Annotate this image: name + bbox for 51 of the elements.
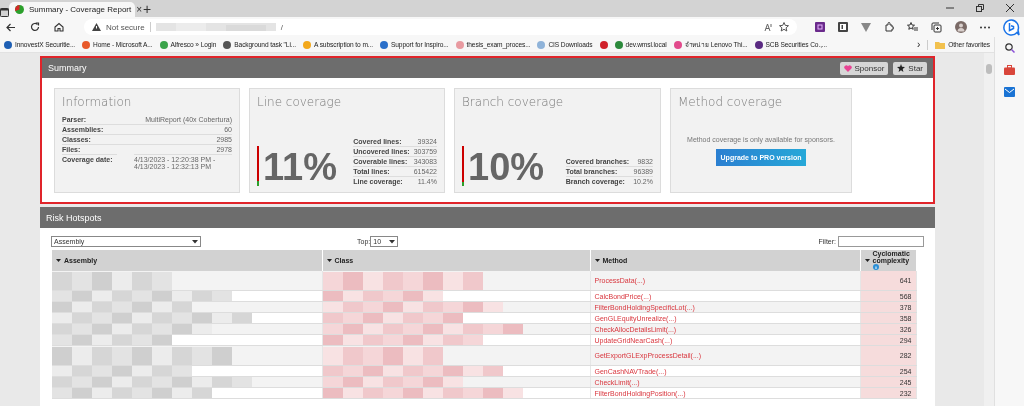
card-title: Line coverage bbox=[257, 95, 343, 109]
more-icon[interactable] bbox=[980, 25, 990, 29]
caret-icon bbox=[192, 239, 198, 244]
extension-icon[interactable] bbox=[838, 22, 848, 32]
star-button[interactable]: Star bbox=[893, 61, 927, 75]
section-title: Summary bbox=[48, 63, 88, 73]
caret-icon bbox=[389, 239, 396, 244]
new-tab-button[interactable]: + bbox=[143, 2, 152, 17]
url-text: / bbox=[280, 22, 283, 32]
sort-caret-icon bbox=[594, 259, 600, 262]
scrollbar[interactable] bbox=[984, 53, 995, 406]
back-icon[interactable] bbox=[6, 22, 16, 32]
profile-avatar-icon[interactable] bbox=[955, 21, 967, 33]
tab-title: Summary - Coverage Report bbox=[29, 5, 132, 14]
briefcase-icon[interactable] bbox=[1004, 65, 1015, 75]
refresh-icon[interactable] bbox=[30, 22, 40, 32]
star-icon bbox=[897, 64, 906, 72]
home-icon[interactable] bbox=[54, 22, 64, 32]
tab-actions-icon[interactable] bbox=[0, 8, 9, 17]
favorite-add-icon[interactable] bbox=[779, 22, 789, 32]
card-title: Branch coverage bbox=[462, 95, 565, 109]
sort-caret-icon bbox=[56, 259, 61, 262]
coverage-percent: 10% bbox=[468, 148, 545, 186]
warning-icon bbox=[92, 23, 101, 31]
tab-close-button[interactable]: × bbox=[136, 4, 143, 15]
bookmark-icon[interactable] bbox=[599, 40, 608, 49]
mail-icon[interactable] bbox=[1004, 87, 1015, 97]
read-aloud-icon[interactable] bbox=[764, 22, 774, 32]
favorites-icon[interactable] bbox=[907, 22, 918, 32]
security-label: Not secure bbox=[106, 22, 145, 32]
folder-icon bbox=[935, 40, 946, 49]
sort-caret-icon bbox=[864, 259, 870, 262]
collections-icon[interactable] bbox=[931, 21, 942, 33]
coverage-percent: 11% bbox=[263, 148, 337, 186]
sponsor-button[interactable]: Sponsor bbox=[839, 61, 889, 75]
heart-icon bbox=[843, 64, 852, 72]
filter-field[interactable] bbox=[838, 236, 924, 247]
close-icon[interactable] bbox=[1006, 4, 1014, 12]
card-title: Method coverage bbox=[678, 95, 784, 109]
sort-caret-icon bbox=[326, 259, 332, 262]
section-title: Risk Hotspots bbox=[46, 212, 103, 223]
card-title: Information bbox=[62, 95, 133, 109]
restore-icon[interactable] bbox=[976, 4, 984, 12]
favicon-icon bbox=[15, 5, 24, 14]
address-bar[interactable]: Not secure / bbox=[84, 19, 797, 35]
chat-bubble-icon[interactable] bbox=[1003, 18, 1020, 36]
more-bookmarks-button[interactable]: › bbox=[917, 39, 921, 50]
info-icon bbox=[872, 264, 879, 270]
minimize-icon[interactable] bbox=[946, 4, 954, 12]
extensions-icon[interactable] bbox=[884, 22, 894, 32]
search-icon[interactable] bbox=[1004, 43, 1015, 53]
